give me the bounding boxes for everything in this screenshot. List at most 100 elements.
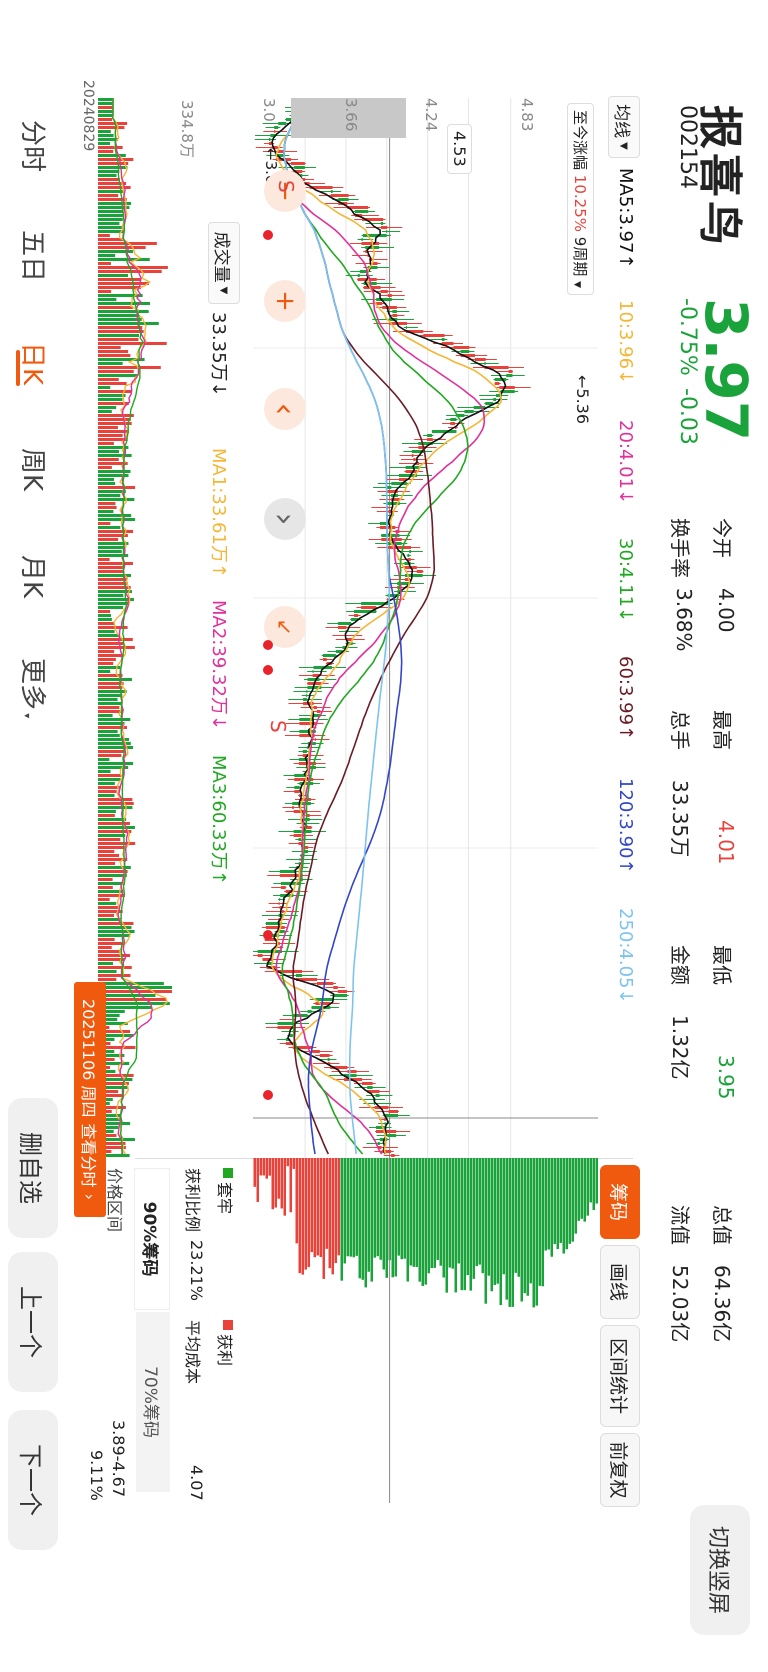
chip-bar-profit xyxy=(331,1158,334,1275)
volume-bar xyxy=(98,378,119,381)
chip-distribution-chart xyxy=(253,1158,598,1503)
volume-bar xyxy=(98,718,131,721)
candle-body xyxy=(416,570,423,573)
candle-body xyxy=(362,234,387,237)
previous-stock-button[interactable]: 上一个 xyxy=(8,1252,58,1392)
tab-monthly-k[interactable]: 月K xyxy=(16,555,53,598)
chip-bar-profit xyxy=(259,1158,262,1176)
volume-bar xyxy=(98,810,116,813)
s-label: S xyxy=(266,720,290,733)
change-amount: -0.03 xyxy=(675,388,700,445)
chip-bar-profit xyxy=(322,1158,325,1279)
candle-body xyxy=(450,422,455,425)
low-label: 最低 xyxy=(710,945,734,985)
chip-bar-profit xyxy=(310,1158,313,1253)
volume-bar xyxy=(98,550,122,553)
avg-cost-label: 平均成本 xyxy=(183,1320,202,1385)
volume-bar xyxy=(98,146,123,149)
volume-ma1: MA1:33.61万↑ xyxy=(208,448,229,578)
volume-bar xyxy=(98,922,134,925)
volume-bar xyxy=(98,606,124,609)
volume-bar xyxy=(98,494,121,497)
chip-bar-trapped xyxy=(511,1158,514,1307)
volume-bar xyxy=(98,694,123,697)
candle-body xyxy=(279,898,281,901)
volume-bar xyxy=(98,798,133,801)
chip-bar-trapped xyxy=(433,1158,436,1268)
cursor-date-tag[interactable]: 20251106 周四 查看分时 › xyxy=(74,982,106,1217)
tab-draw[interactable]: 画线 xyxy=(600,1245,640,1319)
volume-bar xyxy=(98,218,123,221)
avg-cost-value: 4.07 xyxy=(187,1465,206,1501)
open-label: 今开 xyxy=(710,518,734,558)
candle-body xyxy=(392,310,397,313)
tab-weekly-k[interactable]: 周K xyxy=(16,448,53,491)
candle-body xyxy=(375,1094,380,1097)
tab-five-day[interactable]: 五日 xyxy=(16,230,53,282)
move-left-button[interactable]: ‹ xyxy=(264,388,306,430)
chip-bar-trapped xyxy=(526,1158,529,1296)
ma120-value: 120:3.90↑ xyxy=(615,778,636,874)
tab-chip-90[interactable]: 90%筹码 xyxy=(134,1168,170,1310)
volume-bar xyxy=(98,994,156,997)
range-gain-period: 9周期 xyxy=(571,236,589,277)
candle-body xyxy=(295,974,303,977)
chip-bar-trapped xyxy=(577,1158,580,1221)
switch-portrait-button[interactable]: 切换竖屏 xyxy=(690,1505,750,1635)
volume-bar xyxy=(98,190,124,193)
chip-bar-profit xyxy=(334,1158,337,1264)
volume-bar xyxy=(98,754,122,757)
tab-range-stats[interactable]: 区间统计 xyxy=(600,1325,640,1427)
price-tick-366: 3.66 xyxy=(342,98,360,132)
tab-intraday[interactable]: 分时 xyxy=(16,120,53,172)
volume-bar xyxy=(98,310,149,313)
tab-adjust[interactable]: 前复权 xyxy=(600,1433,640,1507)
tab-chips[interactable]: 筹码 xyxy=(600,1165,640,1239)
volume-bar xyxy=(98,794,115,797)
candle-body xyxy=(338,198,349,201)
tab-more[interactable]: 更多 ▾ xyxy=(16,658,53,718)
volume-ma2: MA2:39.32万↓ xyxy=(208,600,229,730)
volume-bar xyxy=(98,222,120,225)
volume-bar xyxy=(98,306,133,309)
candle-body xyxy=(281,910,284,913)
volume-bar xyxy=(98,978,117,981)
ma-selector[interactable]: 均线 ▼ xyxy=(608,96,640,158)
volume-selector[interactable]: 成交量 ▼ xyxy=(208,222,240,304)
volume-bar xyxy=(98,214,124,217)
range-gain-label: 至今涨幅 xyxy=(571,110,589,171)
chip-bar-trapped xyxy=(472,1158,475,1279)
tab-chip-70[interactable]: 70%筹码 xyxy=(136,1312,170,1492)
chip-bar-trapped xyxy=(499,1158,502,1306)
chip-bar-trapped xyxy=(346,1158,349,1257)
volume-bar xyxy=(98,750,125,753)
candle-body xyxy=(316,710,321,713)
next-stock-button[interactable]: 下一个 xyxy=(8,1410,58,1550)
chip-bar-trapped xyxy=(586,1158,589,1216)
volume-chart[interactable] xyxy=(98,98,173,1158)
volume-bar xyxy=(98,630,115,633)
chip-bar-trapped xyxy=(448,1158,451,1268)
volume-bar xyxy=(98,730,118,733)
candle-body xyxy=(423,334,445,337)
remove-watchlist-button[interactable]: 删自选 xyxy=(8,1098,58,1238)
volume-bar xyxy=(98,174,117,177)
tab-daily-k[interactable]: 日K xyxy=(16,342,53,385)
zoom-in-button[interactable]: + xyxy=(264,280,306,322)
view-intraday-link[interactable]: 查看分时 xyxy=(78,1124,102,1188)
chip-bar-trapped xyxy=(541,1158,544,1287)
volume-bar xyxy=(98,846,125,849)
candle-body xyxy=(307,814,310,817)
chip-bar-trapped xyxy=(559,1158,562,1243)
chip-bar-trapped xyxy=(517,1158,520,1277)
candle-body xyxy=(302,750,307,753)
candle-body xyxy=(294,790,300,793)
volume-selector-label: 成交量 xyxy=(211,231,232,283)
candle-body xyxy=(508,370,513,373)
volume-bar xyxy=(98,258,150,261)
move-right-button[interactable]: › xyxy=(264,498,306,540)
candle-body xyxy=(392,314,398,317)
volume-bar xyxy=(98,826,135,829)
chip-bar-trapped xyxy=(397,1158,400,1256)
candle-body xyxy=(405,466,420,469)
